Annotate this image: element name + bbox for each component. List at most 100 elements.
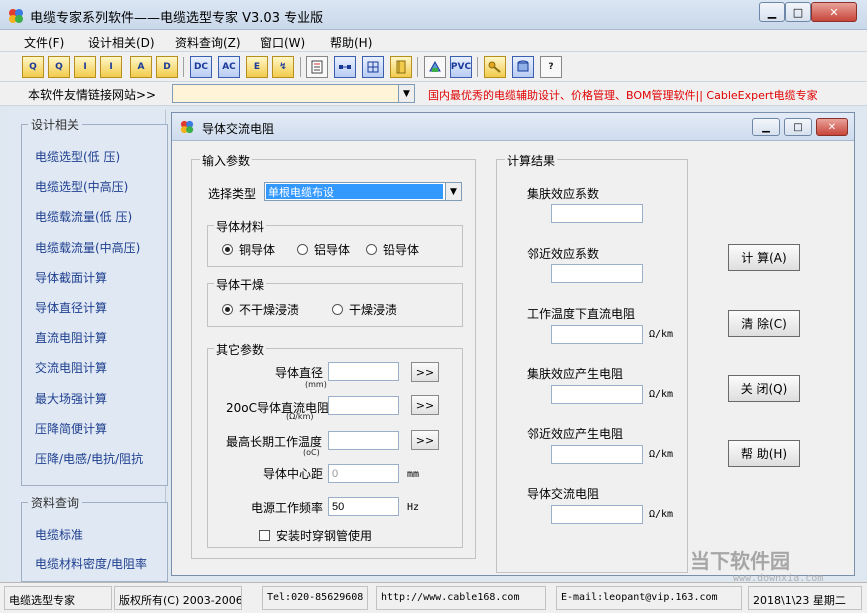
sidebar-item-cable-select-lv[interactable]: 电缆选型(低 压)	[35, 148, 120, 165]
close-dialog-button[interactable]: 关 闭(Q)	[728, 375, 800, 402]
toolbar-ac-icon[interactable]: AC	[218, 56, 240, 78]
ac-resistance-label: 导体交流电阻	[527, 487, 600, 501]
type-label: 选择类型	[208, 187, 257, 201]
toolbar-dc-icon[interactable]: DC	[190, 56, 212, 78]
toolbar-field-icon[interactable]: E	[246, 56, 268, 78]
radio-unchecked-icon	[366, 244, 377, 255]
toolbar-zoom2-icon[interactable]: Q	[48, 56, 70, 78]
sidebar-item-cable-select-hv[interactable]: 电缆选型(中高压)	[35, 178, 128, 195]
close-icon: ✕	[829, 5, 839, 19]
promo-marquee[interactable]: 国内最优秀的电缆辅助设计、价格管理、BOM管理软件|| CableExpert电…	[428, 87, 818, 103]
skin-resistance-unit: Ω/km	[649, 389, 674, 400]
toolbar-pvc-icon[interactable]: PVC	[450, 56, 472, 78]
radio-aluminum[interactable]: 铝导体	[297, 241, 350, 258]
window-title: 电缆专家系列软件——电缆选型专家 V3.03 专业版	[30, 11, 324, 26]
frequency-label: 电源工作频率	[251, 501, 324, 515]
sidebar-item-cable-standard[interactable]: 电缆标准	[35, 526, 83, 543]
diameter-label: 导体直径	[275, 366, 324, 380]
temp-input[interactable]	[328, 431, 399, 450]
frequency-unit: Hz	[407, 502, 420, 513]
menu-reference[interactable]: 资料查询(Z)	[175, 34, 241, 51]
toolbar-current2-icon[interactable]: I	[100, 56, 122, 78]
toolbar-help-icon[interactable]: ?	[540, 56, 562, 78]
child-close-button[interactable]: ✕	[816, 118, 848, 136]
toolbar-key-icon[interactable]	[484, 56, 506, 78]
radio-dry[interactable]: 干燥浸渍	[332, 301, 397, 318]
proximity-effect-output[interactable]	[551, 264, 643, 283]
radio-lead-label: 铅导体	[383, 243, 420, 257]
ac-resistance-output[interactable]	[551, 505, 643, 524]
sidebar-item-conductor-area[interactable]: 导体截面计算	[35, 269, 107, 286]
working-dc-label: 工作温度下直流电阻	[527, 307, 636, 321]
radio-not-dry[interactable]: 不干燥浸渍	[222, 301, 299, 318]
center-distance-input[interactable]	[328, 464, 399, 483]
minimize-icon: ▁	[762, 121, 770, 133]
ac-resistance-unit: Ω/km	[649, 509, 674, 520]
maximize-button[interactable]: □	[785, 2, 811, 22]
toolbar-book-icon[interactable]	[390, 56, 412, 78]
calculate-button[interactable]: 计 算(A)	[728, 244, 800, 271]
restore-icon: □	[793, 121, 803, 133]
type-select-value: 单根电缆布设	[266, 184, 443, 199]
temp-pick-button[interactable]: >>	[411, 430, 439, 450]
toolbar-network-icon[interactable]	[334, 56, 356, 78]
proximity-resistance-unit: Ω/km	[649, 449, 674, 460]
resistance-label: 20oC导体直流电阻	[226, 401, 329, 415]
toolbar-material-icon[interactable]	[424, 56, 446, 78]
radio-copper[interactable]: 铜导体	[222, 241, 275, 258]
minimize-button[interactable]: ▁	[759, 2, 785, 22]
links-label: 本软件友情链接网站>>	[28, 88, 157, 102]
diameter-pick-button[interactable]: >>	[411, 362, 439, 382]
resistance-input[interactable]	[328, 396, 399, 415]
sidebar-item-material-density[interactable]: 电缆材料密度/电阻率	[35, 555, 147, 572]
working-dc-output[interactable]	[551, 325, 643, 344]
menu-window[interactable]: 窗口(W)	[260, 34, 305, 51]
radio-dry-label: 干燥浸渍	[349, 303, 398, 317]
child-maximize-button[interactable]: □	[784, 118, 812, 136]
sidebar-item-ampacity-lv[interactable]: 电缆载流量(低 压)	[35, 208, 132, 225]
radio-lead[interactable]: 铅导体	[366, 241, 419, 258]
toolbar-diameter-icon[interactable]: D	[156, 56, 178, 78]
dry-group-title: 导体干燥	[214, 276, 267, 293]
help-button[interactable]: 帮 助(H)	[728, 440, 800, 467]
sidebar-item-voltage-drop[interactable]: 压降简便计算	[35, 420, 107, 437]
input-group: 输入参数 选择类型 单根电缆布设 ▼ 导体材料 铜导体 铝导体 铅导体 导体干燥…	[191, 152, 476, 559]
status-copyright: 版权所有(C) 2003-2006	[114, 586, 242, 610]
sidebar-item-impedance[interactable]: 压降/电感/电抗/阻抗	[35, 450, 143, 467]
sidebar-item-conductor-diameter[interactable]: 导体直径计算	[35, 299, 107, 316]
toolbar-database-icon[interactable]	[512, 56, 534, 78]
toolbar-separator	[183, 57, 184, 77]
type-select[interactable]: 单根电缆布设 ▼	[264, 182, 462, 201]
other-params-group: 其它参数 导体直径 (mm) >> 20oC导体直流电阻 (Ω/km) >> 最…	[207, 341, 463, 548]
child-minimize-button[interactable]: ▁	[752, 118, 780, 136]
menu-file[interactable]: 文件(F)	[24, 34, 64, 51]
toolbar-current-icon[interactable]: I	[74, 56, 96, 78]
skin-effect-output[interactable]	[551, 204, 643, 223]
sidebar-item-max-field[interactable]: 最大场强计算	[35, 390, 107, 407]
material-group-title: 导体材料	[214, 218, 267, 235]
toolbar-drop-icon[interactable]: ↯	[272, 56, 294, 78]
sidebar-item-dc-resistance[interactable]: 直流电阻计算	[35, 329, 107, 346]
toolbar-area-icon[interactable]: A	[130, 56, 152, 78]
clear-button[interactable]: 清 除(C)	[728, 310, 800, 337]
toolbar-zoom-icon[interactable]: Q	[22, 56, 44, 78]
sidebar-item-ac-resistance[interactable]: 交流电阻计算	[35, 359, 107, 376]
radio-checked-icon	[222, 304, 233, 315]
frequency-input[interactable]	[328, 497, 399, 516]
links-dropdown[interactable]: ▼	[172, 84, 415, 103]
menu-design[interactable]: 设计相关(D)	[88, 34, 155, 51]
resistance-pick-button[interactable]: >>	[411, 395, 439, 415]
close-button[interactable]: ✕	[811, 2, 857, 22]
toolbar-standard-icon[interactable]	[306, 56, 328, 78]
radio-unchecked-icon	[332, 304, 343, 315]
menu-help[interactable]: 帮助(H)	[330, 34, 372, 51]
proximity-resistance-output[interactable]	[551, 445, 643, 464]
sidebar-item-ampacity-hv[interactable]: 电缆载流量(中高压)	[35, 239, 140, 256]
child-titlebar: 导体交流电阻 ▁ □ ✕	[172, 113, 854, 141]
toolbar-separator	[477, 57, 478, 77]
steel-pipe-checkbox[interactable]: 安装时穿钢管使用	[259, 527, 372, 544]
toolbar-grid-icon[interactable]	[362, 56, 384, 78]
diameter-input[interactable]	[328, 362, 399, 381]
skin-resistance-output[interactable]	[551, 385, 643, 404]
proximity-effect-label: 邻近效应系数	[527, 247, 600, 261]
